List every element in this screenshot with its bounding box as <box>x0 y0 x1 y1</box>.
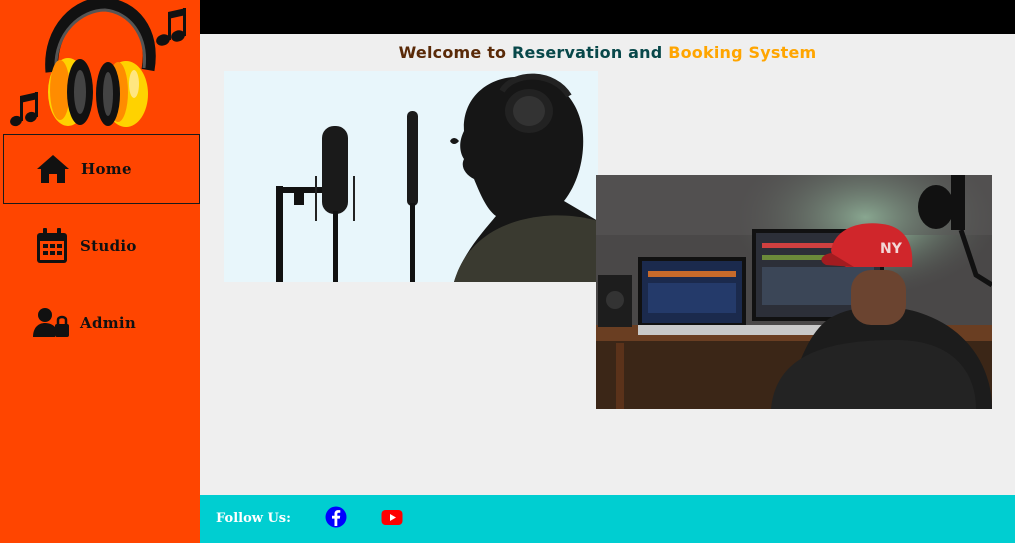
sidebar-item-studio[interactable]: Studio <box>3 211 200 281</box>
footer: Follow Us: <box>200 495 1015 543</box>
sidebar-item-home[interactable]: Home <box>3 134 200 204</box>
follow-us-label: Follow Us: <box>216 511 291 526</box>
top-bar <box>200 0 1015 34</box>
title-part-booking: Booking System <box>668 43 817 62</box>
svg-text:NY: NY <box>880 241 903 257</box>
music-studio-producer-photo: NY <box>596 175 992 409</box>
calendar-icon <box>33 227 71 265</box>
sidebar-item-label: Studio <box>80 237 137 255</box>
facebook-icon[interactable] <box>325 506 347 528</box>
home-icon <box>34 150 72 188</box>
user-lock-icon <box>33 304 71 342</box>
singer-microphone-photo <box>224 71 598 282</box>
app-window: Home Studio Admin Welcome to Reservation… <box>0 0 1015 543</box>
title-part-welcome: Welcome to <box>398 43 513 62</box>
sidebar-item-label: Home <box>81 160 132 178</box>
sidebar: Home Studio Admin <box>0 0 200 543</box>
youtube-icon[interactable] <box>381 506 403 528</box>
page-title: Welcome to Reservation and Booking Syste… <box>200 43 1015 62</box>
sidebar-item-label: Admin <box>80 314 137 332</box>
title-part-reservation: Reservation and <box>512 43 669 62</box>
headphones-logo-icon <box>10 0 186 127</box>
main-content: Welcome to Reservation and Booking Syste… <box>200 34 1015 495</box>
sidebar-item-admin[interactable]: Admin <box>3 288 200 358</box>
